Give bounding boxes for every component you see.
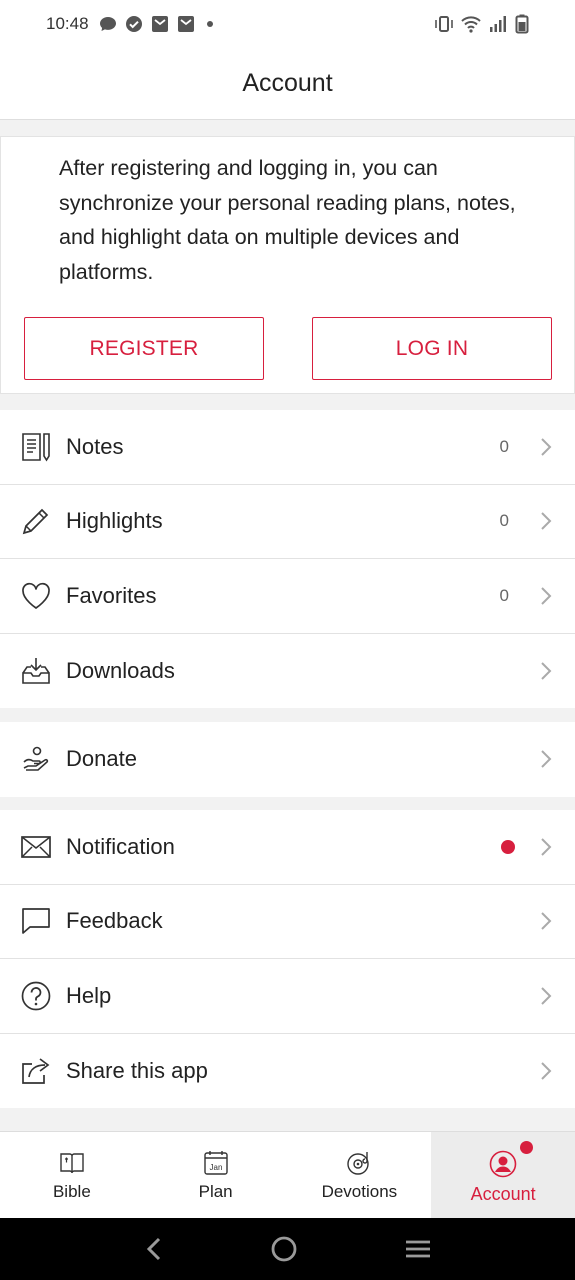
pencil-icon <box>20 505 52 537</box>
menu-item-label: Help <box>66 982 112 1008</box>
notes-count: 0 <box>499 436 509 456</box>
download-tray-icon <box>20 655 52 687</box>
chevron-right-icon <box>541 438 552 456</box>
login-promo-card: After registering and logging in, you ca… <box>0 136 575 394</box>
back-icon[interactable] <box>143 1235 165 1263</box>
chevron-right-icon <box>541 838 552 856</box>
menu-item-notification[interactable]: Notification <box>0 810 575 885</box>
home-icon[interactable] <box>270 1235 298 1263</box>
status-time: 10:48 <box>46 14 89 33</box>
status-notification-icons <box>99 15 213 33</box>
highlights-count: 0 <box>499 511 509 531</box>
menu-item-label: Highlights <box>66 508 163 534</box>
question-circle-icon <box>20 980 52 1012</box>
header: Account <box>0 48 575 120</box>
chevron-right-icon <box>541 662 552 680</box>
tab-devotions[interactable]: Devotions <box>288 1132 432 1218</box>
register-button[interactable]: REGISTER <box>24 317 264 380</box>
chevron-right-icon <box>541 750 552 768</box>
message-icon <box>99 17 116 31</box>
menu-item-label: Feedback <box>66 908 163 934</box>
menu-item-help[interactable]: Help <box>0 959 575 1034</box>
menu-item-feedback[interactable]: Feedback <box>0 885 575 959</box>
menu-item-label: Downloads <box>66 657 175 683</box>
battery-icon <box>515 14 529 34</box>
tab-account[interactable]: Account <box>431 1132 575 1218</box>
support-group: Donate <box>0 722 575 797</box>
library-group: Notes 0 Highlights 0 Favorites 0 Downloa… <box>0 410 575 708</box>
menu-item-highlights[interactable]: Highlights 0 <box>0 485 575 559</box>
tab-label: Devotions <box>321 1182 398 1201</box>
page-title: Account <box>242 69 333 97</box>
menu-item-donate[interactable]: Donate <box>0 722 575 797</box>
calendar-jan-icon: Jan <box>203 1151 228 1175</box>
tab-label: Bible <box>52 1182 91 1201</box>
more-group: Notification Feedback Help Share this ap… <box>0 810 575 1108</box>
envelope-icon <box>20 831 52 863</box>
heart-icon <box>20 580 52 612</box>
share-icon <box>20 1055 52 1087</box>
check-circle-icon <box>125 16 142 32</box>
menu-item-label: Notification <box>66 833 175 859</box>
status-system-icons <box>434 14 529 34</box>
menu-item-notes[interactable]: Notes 0 <box>0 410 575 485</box>
recents-menu-icon[interactable] <box>404 1237 432 1261</box>
tab-bible[interactable]: Bible <box>0 1132 144 1218</box>
more-notifications-dot-icon <box>206 21 213 27</box>
promo-text: After registering and logging in, you ca… <box>59 156 516 284</box>
favorites-count: 0 <box>499 585 509 605</box>
chevron-right-icon <box>541 512 552 530</box>
calendar-month-text: Jan <box>209 1163 222 1172</box>
signal-icon <box>490 16 506 32</box>
chevron-right-icon <box>541 987 552 1005</box>
record-note-icon <box>347 1152 370 1175</box>
chevron-right-icon <box>541 587 552 605</box>
tab-plan[interactable]: Jan Plan <box>144 1132 288 1218</box>
mail-box-icon <box>177 16 194 32</box>
status-bar: 10:48 <box>0 0 575 48</box>
chevron-right-icon <box>541 912 552 930</box>
menu-item-label: Donate <box>66 746 137 772</box>
bible-book-icon <box>60 1153 84 1174</box>
notes-icon <box>20 431 52 463</box>
donate-hand-icon <box>20 743 52 775</box>
mail-box-icon <box>151 16 168 32</box>
menu-item-share-app[interactable]: Share this app <box>0 1034 575 1109</box>
chevron-right-icon <box>541 1062 552 1080</box>
menu-item-label: Share this app <box>66 1057 208 1083</box>
wifi-icon <box>461 16 481 33</box>
menu-item-label: Favorites <box>66 582 157 608</box>
account-badge-dot <box>520 1141 533 1154</box>
tab-label: Account <box>470 1184 536 1204</box>
tab-label: Plan <box>198 1182 233 1201</box>
menu-item-favorites[interactable]: Favorites 0 <box>0 559 575 634</box>
unread-dot-badge <box>501 839 515 854</box>
menu-item-label: Notes <box>66 433 124 459</box>
person-circle-icon <box>489 1150 517 1178</box>
bottom-tab-bar: Bible Jan Plan Devotions Account <box>0 1131 575 1218</box>
vibrate-icon <box>435 16 453 32</box>
speech-bubble-icon <box>20 905 52 937</box>
menu-item-downloads[interactable]: Downloads <box>0 634 575 709</box>
system-navigation-bar <box>0 1218 575 1280</box>
login-button[interactable]: LOG IN <box>312 317 552 380</box>
